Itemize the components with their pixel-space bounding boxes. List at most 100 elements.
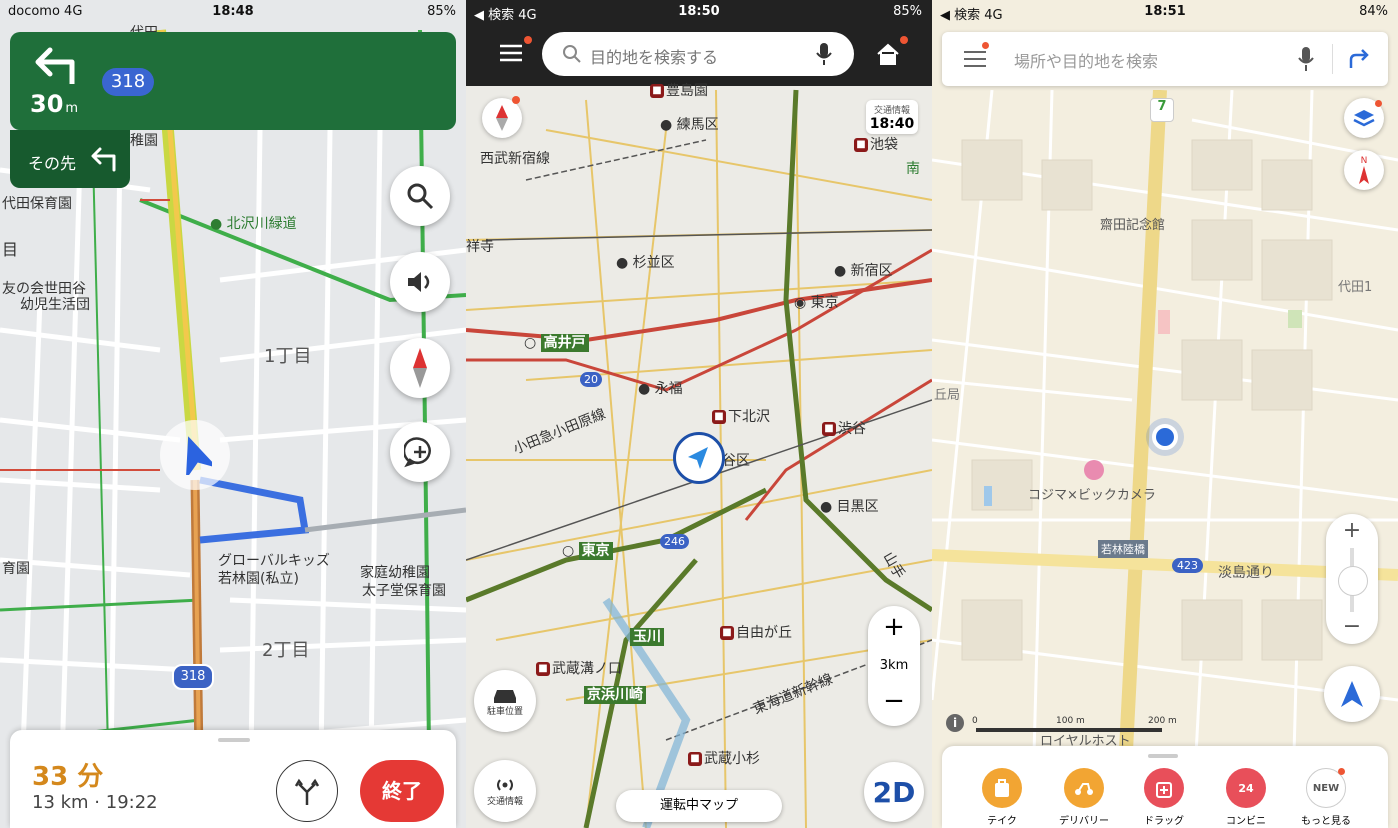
layers-button[interactable] (1344, 98, 1384, 138)
map-label: 祥寺 (466, 239, 494, 255)
scale-bar (976, 728, 1162, 732)
hamburger-menu-icon[interactable] (964, 50, 986, 68)
category-label: コンビニ (1226, 816, 1266, 827)
zoom-out-button[interactable]: − (1326, 614, 1378, 639)
compass-icon (413, 348, 427, 388)
turn-left-small-icon (91, 147, 116, 172)
compass-icon (496, 105, 508, 131)
train-icon: ■ (720, 626, 734, 640)
search-button[interactable] (390, 166, 450, 226)
alternate-routes-button[interactable] (276, 760, 338, 822)
current-location-dot (1152, 424, 1178, 450)
map-label: 2丁目 (262, 640, 310, 661)
map-label: 1丁目 (264, 346, 312, 367)
category-delivery[interactable]: デリバリー (1059, 768, 1109, 827)
station-label-text: 武蔵小杉 (704, 751, 760, 767)
station-label-text: 自由が丘 (736, 625, 792, 641)
place-search-bar[interactable]: 場所や目的地を検索 (942, 32, 1388, 86)
category-takeout[interactable]: テイク (982, 768, 1022, 827)
car-navigation-screen: ◀ 検索 4G 18:50 85% 目的地を検索する 交通情報 18:40 ■ 豊… (466, 0, 932, 828)
category-sheet: テイク デリバリー ドラッグ 24 コンビニ NEW もっと見る (942, 746, 1388, 828)
map-label: ● 杉並区 (616, 255, 675, 271)
microphone-icon[interactable] (816, 42, 832, 66)
map-label-text: 永福 (654, 381, 683, 397)
sound-button[interactable] (390, 252, 450, 312)
road-number-badge: 20 (580, 372, 602, 387)
home-button[interactable] (876, 36, 908, 66)
map-label-text: 玉川 (630, 628, 664, 646)
category-label: テイク (987, 816, 1017, 827)
current-location-marker (673, 432, 725, 484)
map-label: ● 新宿区 (834, 263, 893, 279)
category-convenience[interactable]: 24 コンビニ (1226, 768, 1266, 827)
map-label: 幼児生活団 (20, 297, 90, 313)
turn-left-icon (35, 47, 75, 84)
station-label: ■ 下北沢 (712, 406, 770, 426)
category-more[interactable]: NEW もっと見る (1301, 768, 1351, 827)
eta-duration: 33 分 (32, 762, 104, 792)
convenience-store-icon[interactable]: 7 (1150, 98, 1174, 122)
notification-dot (1375, 100, 1382, 107)
map-label: 代田1 (1338, 280, 1373, 295)
map-label-text: 東京 (578, 542, 613, 560)
map-label: 淡島通り (1218, 565, 1274, 581)
scale-zero: 0 (972, 716, 978, 726)
shopping-icon[interactable] (1084, 460, 1104, 480)
end-navigation-button[interactable]: 終了 (360, 760, 444, 822)
category-label: ドラッグ (1144, 816, 1184, 827)
station-label: ■ 武蔵小杉 (688, 748, 760, 768)
map-label: 育園 (2, 561, 30, 577)
menu-button[interactable] (500, 36, 532, 62)
traffic-info-label: 交通情報 (486, 796, 523, 807)
battery-label: 85% (893, 4, 922, 19)
search-icon (563, 45, 581, 63)
destination-search-bar[interactable]: 目的地を検索する (542, 32, 854, 76)
zoom-in-button[interactable]: + (1326, 518, 1378, 543)
train-icon: ■ (536, 662, 550, 676)
next-turn-card[interactable]: その先 (10, 130, 130, 188)
takeout-icon (982, 768, 1022, 808)
train-icon: ■ (712, 410, 726, 424)
turn-instruction-card[interactable]: 30 m 318 (10, 32, 456, 130)
search-placeholder: 目的地を検索する (590, 48, 719, 67)
map-browse-screen: ◀ 検索 4G 18:51 84% 場所や目的地を検索 7 齋田記念館 代田1 … (932, 0, 1398, 828)
station-label: ■ 池袋 (854, 134, 898, 154)
navigation-arrow-icon (688, 447, 708, 469)
search-placeholder: 場所や目的地を検索 (1014, 52, 1159, 71)
view-mode-button[interactable]: 2D (864, 762, 924, 822)
home-icon (877, 43, 899, 65)
parking-location-button[interactable]: 駐車位置 (474, 670, 536, 732)
compass-north-label: N (1360, 156, 1368, 166)
info-icon[interactable]: i (946, 714, 964, 732)
parking-label: 駐車位置 (486, 706, 523, 717)
station-label: ■ 自由が丘 (720, 622, 792, 642)
layers-icon (1353, 110, 1375, 127)
scooter-icon (1064, 768, 1104, 808)
my-location-button[interactable] (1324, 666, 1380, 722)
traffic-info-button[interactable]: 交通情報 (474, 760, 536, 822)
zoom-slider-handle[interactable] (1338, 566, 1368, 596)
compass-button[interactable]: N (1344, 150, 1384, 190)
directions-icon[interactable] (1348, 48, 1370, 70)
station-label-text: 武蔵溝ノ口 (552, 661, 622, 677)
search-icon (407, 183, 434, 210)
microphone-icon[interactable] (1298, 46, 1314, 72)
google-maps-navigation-screen: docomo 4G 18:48 85% 代田 稚園 代田保育園 目 ● 北沢川緑… (0, 0, 466, 828)
sheet-handle[interactable] (218, 738, 250, 742)
category-drugstore[interactable]: ドラッグ (1144, 768, 1184, 827)
compass-button[interactable] (482, 96, 522, 138)
scale-label: 3km (879, 658, 909, 673)
traffic-time-box[interactable]: 交通情報 18:40 (866, 100, 918, 134)
broadcast-icon (497, 778, 513, 791)
station-label-text: 豊島園 (666, 83, 708, 99)
trip-summary-sheet[interactable]: 33 分 13 km · 19:22 終了 (10, 730, 456, 828)
report-button[interactable] (390, 422, 450, 482)
zoom-out-button[interactable]: − (868, 686, 920, 716)
compass-button[interactable] (390, 338, 450, 398)
station-label-text: 下北沢 (728, 409, 770, 425)
view-mode-label: 2D (872, 775, 916, 809)
next-turn-label: その先 (28, 154, 77, 173)
sheet-handle[interactable] (1148, 754, 1178, 758)
driving-map-button[interactable]: 運転中マップ (616, 790, 782, 822)
zoom-in-button[interactable]: + (868, 612, 920, 642)
